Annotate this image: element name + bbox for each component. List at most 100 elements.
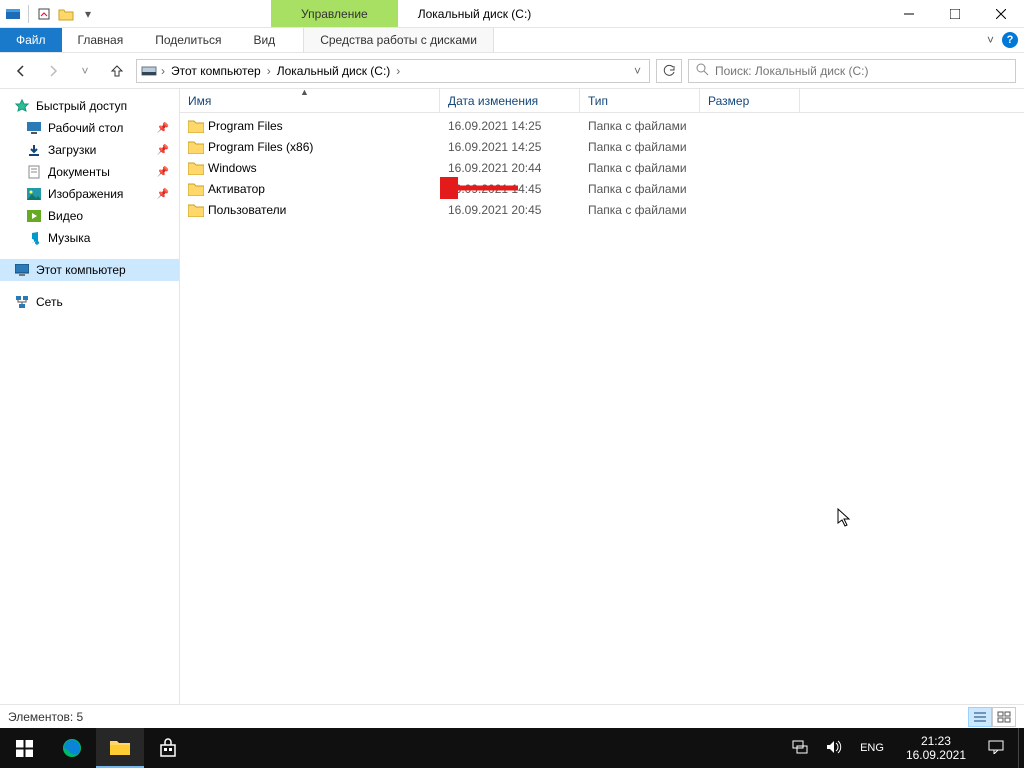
sidebar-item-downloads[interactable]: Загрузки 📌 (0, 139, 179, 161)
ribbon-tab-file[interactable]: Файл (0, 28, 62, 52)
breadcrumb-chevron-icon[interactable]: › (265, 64, 273, 78)
ribbon-tab-share[interactable]: Поделиться (139, 28, 237, 52)
address-history-dropdown[interactable]: ˅ (628, 64, 647, 78)
refresh-button[interactable] (656, 59, 682, 83)
breadcrumb-chevron-icon[interactable]: › (394, 64, 402, 78)
file-date: 16.09.2021 20:45 (440, 203, 580, 217)
folder-icon (188, 119, 204, 133)
search-input[interactable] (715, 64, 1009, 78)
file-date: 16.09.2021 14:25 (440, 140, 580, 154)
view-details-button[interactable] (968, 707, 992, 727)
sidebar-item-label: Изображения (48, 187, 123, 201)
recent-locations-dropdown[interactable]: ˅ (72, 58, 98, 84)
minimize-button[interactable] (886, 0, 932, 27)
pin-icon: 📌 (157, 145, 169, 156)
breadcrumb-drive-c[interactable]: Локальный диск (C:) (273, 64, 395, 78)
music-icon (26, 230, 42, 246)
view-large-icons-button[interactable] (992, 707, 1016, 727)
file-row[interactable]: Program Files (x86)16.09.2021 14:25Папка… (180, 136, 1024, 157)
column-header-date[interactable]: Дата изменения (440, 89, 580, 112)
file-date: 16.09.2021 20:44 (440, 161, 580, 175)
documents-icon (26, 164, 42, 180)
sort-indicator-icon: ▲ (300, 87, 309, 97)
explorer-app-icon (4, 5, 22, 23)
file-rows: Program Files16.09.2021 14:25Папка с фай… (180, 113, 1024, 220)
navigation-pane: Быстрый доступ Рабочий стол 📌 Загрузки 📌… (0, 89, 180, 704)
pin-icon: 📌 (157, 123, 169, 134)
tray-time: 21:23 (906, 734, 966, 748)
titlebar: ▾ Управление Локальный диск (C:) (0, 0, 1024, 28)
ribbon-tabs: Файл Главная Поделиться Вид Средства раб… (0, 28, 1024, 53)
help-icon[interactable]: ? (1002, 32, 1018, 48)
taskbar-store[interactable] (144, 728, 192, 768)
sidebar-item-label: Загрузки (48, 143, 96, 157)
explorer-body: Быстрый доступ Рабочий стол 📌 Загрузки 📌… (0, 89, 1024, 704)
sidebar-quick-access[interactable]: Быстрый доступ (0, 95, 179, 117)
tray-network-icon[interactable] (788, 740, 812, 757)
ribbon-tab-home[interactable]: Главная (62, 28, 140, 52)
sidebar-item-label: Этот компьютер (36, 263, 126, 277)
file-row[interactable]: Активатор16.09.2021 14:45Папка с файлами (180, 178, 1024, 199)
file-date: 16.09.2021 14:45 (440, 182, 580, 196)
qat-new-folder-icon[interactable] (57, 5, 75, 23)
file-row[interactable]: Пользователи16.09.2021 20:45Папка с файл… (180, 199, 1024, 220)
ribbon-tab-view[interactable]: Вид (237, 28, 291, 52)
network-icon (14, 294, 30, 310)
folder-icon (188, 203, 204, 217)
search-box[interactable] (688, 59, 1016, 83)
close-button[interactable] (978, 0, 1024, 27)
breadcrumb-chevron-icon[interactable]: › (159, 64, 167, 78)
sidebar-item-label: Быстрый доступ (36, 99, 127, 113)
address-bar[interactable]: › Этот компьютер › Локальный диск (C:) ›… (136, 59, 650, 83)
tray-volume-icon[interactable] (822, 740, 846, 757)
sidebar-item-desktop[interactable]: Рабочий стол 📌 (0, 117, 179, 139)
sidebar-item-pictures[interactable]: Изображения 📌 (0, 183, 179, 205)
tray-clock[interactable]: 21:23 16.09.2021 (898, 734, 974, 762)
up-button[interactable] (104, 58, 130, 84)
file-row[interactable]: Windows16.09.2021 20:44Папка с файлами (180, 157, 1024, 178)
ribbon-tab-drive-tools[interactable]: Средства работы с дисками (303, 28, 494, 52)
sidebar-item-videos[interactable]: Видео (0, 205, 179, 227)
status-items-label: Элементов: (8, 710, 73, 724)
file-date: 16.09.2021 14:25 (440, 119, 580, 133)
start-button[interactable] (0, 728, 48, 768)
folder-icon (188, 182, 204, 196)
file-list-pane: ▲ Имя Дата изменения Тип Размер Program … (180, 89, 1024, 704)
system-tray: ENG 21:23 16.09.2021 (788, 728, 1024, 768)
forward-button[interactable] (40, 58, 66, 84)
sidebar-item-music[interactable]: Музыка (0, 227, 179, 249)
taskbar-explorer[interactable] (96, 728, 144, 768)
qat-properties-icon[interactable] (35, 5, 53, 23)
taskbar-edge[interactable] (48, 728, 96, 768)
file-type: Папка с файлами (580, 182, 700, 196)
column-header-type[interactable]: Тип (580, 89, 700, 112)
file-type: Папка с файлами (580, 203, 700, 217)
quick-access-toolbar: ▾ (0, 0, 101, 27)
file-type: Папка с файлами (580, 161, 700, 175)
drive-icon (139, 61, 159, 81)
sidebar-network[interactable]: Сеть (0, 291, 179, 313)
breadcrumb-this-pc[interactable]: Этот компьютер (167, 64, 265, 78)
ribbon-collapse-icon[interactable]: ˅ (987, 33, 994, 47)
sidebar-item-label: Видео (48, 209, 83, 223)
column-header-name[interactable]: Имя (180, 89, 440, 112)
tray-date: 16.09.2021 (906, 748, 966, 762)
taskbar: ENG 21:23 16.09.2021 (0, 728, 1024, 768)
tray-language[interactable]: ENG (856, 742, 888, 754)
show-desktop-button[interactable] (1018, 728, 1024, 768)
contextual-tab-header: Управление (271, 0, 398, 27)
maximize-button[interactable] (932, 0, 978, 27)
qat-customize-dropdown-icon[interactable]: ▾ (79, 5, 97, 23)
column-header-size[interactable]: Размер (700, 89, 800, 112)
sidebar-item-documents[interactable]: Документы 📌 (0, 161, 179, 183)
back-button[interactable] (8, 58, 34, 84)
file-row[interactable]: Program Files16.09.2021 14:25Папка с фай… (180, 115, 1024, 136)
sidebar-item-label: Музыка (48, 231, 90, 245)
tray-action-center-icon[interactable] (984, 740, 1008, 757)
file-type: Папка с файлами (580, 119, 700, 133)
pin-icon: 📌 (157, 189, 169, 200)
folder-icon (188, 161, 204, 175)
sidebar-this-pc[interactable]: Этот компьютер (0, 259, 179, 281)
navigation-bar: ˅ › Этот компьютер › Локальный диск (C:)… (0, 53, 1024, 89)
mouse-cursor-icon (837, 508, 853, 528)
